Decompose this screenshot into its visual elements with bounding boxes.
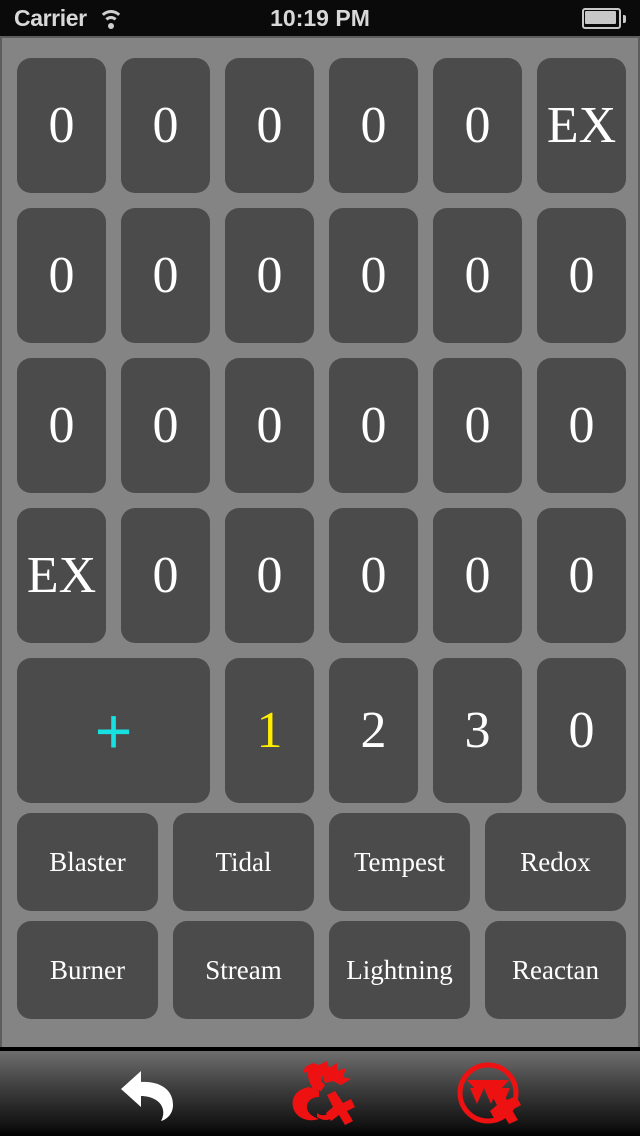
add-button[interactable]: +	[17, 658, 210, 803]
clear-dragon-button[interactable]	[260, 1051, 380, 1136]
circle-cancel-icon	[454, 1058, 530, 1130]
board-cell[interactable]: 0	[225, 358, 314, 493]
board-cell[interactable]: 0	[121, 58, 210, 193]
action-cell-1[interactable]: 1	[225, 658, 314, 803]
board-cell[interactable]: 0	[17, 358, 106, 493]
board-cell[interactable]: EX	[537, 58, 626, 193]
action-cell-2[interactable]: 2	[329, 658, 418, 803]
word-button[interactable]: Tempest	[329, 813, 470, 911]
board-row-2: 0 0 0 0 0 0	[17, 208, 640, 343]
app-screen: Carrier 10:19 PM 0 0 0 0 0 EX 0 0 0 0 0 …	[0, 0, 640, 1136]
board-cell[interactable]: 0	[225, 208, 314, 343]
word-button[interactable]: Stream	[173, 921, 314, 1019]
board-cell[interactable]: 0	[433, 208, 522, 343]
word-button[interactable]: Blaster	[17, 813, 158, 911]
board-cell[interactable]: 0	[17, 58, 106, 193]
action-cell-4[interactable]: 0	[537, 658, 626, 803]
board-cell[interactable]: 0	[121, 208, 210, 343]
clock-label: 10:19 PM	[270, 5, 370, 31]
board-cell[interactable]: 0	[225, 508, 314, 643]
board-cell[interactable]: 0	[121, 358, 210, 493]
battery-icon	[582, 8, 626, 29]
action-cell-3[interactable]: 3	[433, 658, 522, 803]
board-cell[interactable]: 0	[433, 358, 522, 493]
board-row-3: 0 0 0 0 0 0	[17, 358, 640, 493]
word-button[interactable]: Reactan	[485, 921, 626, 1019]
word-button[interactable]: Lightning	[329, 921, 470, 1019]
word-row-1: Blaster Tidal Tempest Redox	[17, 813, 640, 911]
board-row-4: EX 0 0 0 0 0	[17, 508, 640, 643]
word-button[interactable]: Redox	[485, 813, 626, 911]
board-cell[interactable]: 0	[537, 208, 626, 343]
board-cell[interactable]: 0	[121, 508, 210, 643]
board-cell[interactable]: 0	[329, 508, 418, 643]
board-cell[interactable]: 0	[537, 508, 626, 643]
board-cell[interactable]: 0	[329, 358, 418, 493]
board-cell[interactable]: 0	[17, 208, 106, 343]
dragon-cancel-icon	[283, 1059, 357, 1129]
board-cell[interactable]: 0	[225, 58, 314, 193]
game-board: 0 0 0 0 0 EX 0 0 0 0 0 0 0 0 0 0 0 0 EX	[0, 36, 640, 1047]
clear-all-button[interactable]	[432, 1051, 552, 1136]
word-button[interactable]: Burner	[17, 921, 158, 1019]
board-row-1: 0 0 0 0 0 EX	[17, 58, 640, 193]
action-row: + 1 2 3 0	[17, 658, 640, 803]
undo-arrow-icon	[115, 1061, 181, 1127]
word-button[interactable]: Tidal	[173, 813, 314, 911]
board-cell[interactable]: 0	[329, 208, 418, 343]
word-row-2: Burner Stream Lightning Reactan	[17, 921, 640, 1019]
status-bar: Carrier 10:19 PM	[0, 0, 640, 36]
board-cell[interactable]: EX	[17, 508, 106, 643]
bottom-toolbar	[0, 1047, 640, 1136]
board-cell[interactable]: 0	[433, 508, 522, 643]
board-cell[interactable]: 0	[433, 58, 522, 193]
board-cell[interactable]: 0	[329, 58, 418, 193]
board-cell[interactable]: 0	[537, 358, 626, 493]
undo-button[interactable]	[88, 1051, 208, 1136]
